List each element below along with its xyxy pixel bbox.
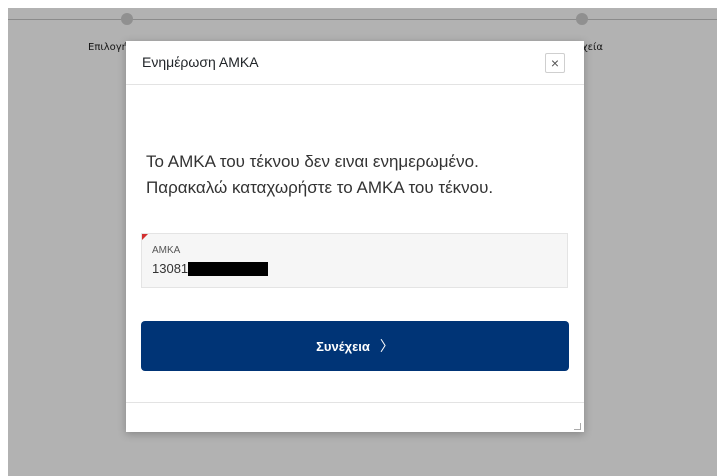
amka-value-text: 13081 (152, 261, 189, 276)
modal-header: Ενημέρωση ΑΜΚΑ × (126, 41, 584, 85)
resize-grip-icon[interactable] (574, 423, 581, 430)
required-marker (142, 234, 148, 240)
continue-button-label: Συνέχεια (316, 338, 370, 354)
chevron-right-icon: 〉 (379, 338, 394, 354)
amka-input-field[interactable]: ΑΜΚΑ 13081 (141, 233, 568, 288)
amka-update-modal: Ενημέρωση ΑΜΚΑ × Το ΑΜΚΑ του τέκνου δεν … (126, 41, 584, 432)
info-message-line-2: Παρακαλώ καταχωρήστε το ΑΜΚΑ του τέκνου. (146, 178, 494, 197)
close-icon: × (550, 54, 560, 71)
continue-button[interactable]: Συνέχεια 〉 (141, 321, 569, 371)
amka-label: ΑΜΚΑ (152, 245, 181, 256)
info-message: Το ΑΜΚΑ του τέκνου δεν ειναι ενημερωμένο… (146, 149, 576, 201)
amka-value[interactable]: 13081 (152, 261, 269, 276)
info-message-line-1: Το ΑΜΚΑ του τέκνου δεν ειναι ενημερωμένο… (146, 152, 479, 171)
close-button[interactable]: × (545, 53, 565, 73)
page: Επιλογή Παιδιού Στοιχεία Ενημέρωση ΑΜΚΑ … (0, 0, 717, 476)
redaction-block (188, 261, 269, 276)
modal-title: Ενημέρωση ΑΜΚΑ (142, 54, 259, 70)
modal-footer (126, 402, 584, 433)
